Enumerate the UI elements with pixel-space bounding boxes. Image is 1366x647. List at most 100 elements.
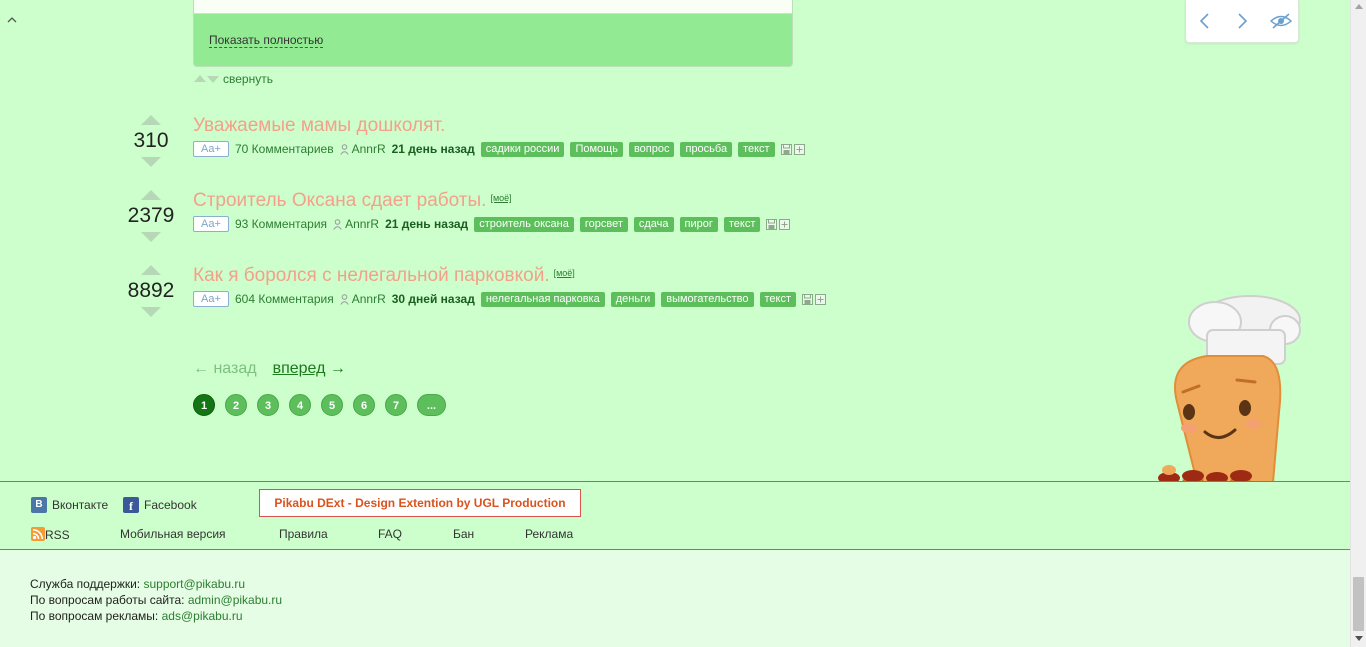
story-title-text[interactable]: Как я боролся с нелегальной парковкой. [193, 265, 550, 286]
faq-link[interactable]: FAQ [378, 527, 402, 541]
tag[interactable]: текст [738, 141, 775, 157]
page: Показать полностью свернуть 310 Уважаемы… [0, 0, 1350, 647]
tag[interactable]: строитель оксана [474, 216, 574, 232]
chevron-left-icon[interactable] [1194, 10, 1216, 32]
vote-down-icon[interactable] [141, 157, 161, 167]
vote-down-icon[interactable] [141, 307, 161, 317]
collapse-link[interactable]: свернуть [223, 72, 273, 86]
pager-next-word[interactable]: вперед [273, 360, 326, 377]
page-button[interactable]: 5 [321, 394, 343, 416]
font-size-button[interactable]: Aa+ [193, 141, 229, 157]
rss-link[interactable]: RSS [31, 527, 70, 542]
vote-up-icon[interactable] [141, 265, 161, 275]
chevron-up-icon[interactable] [6, 14, 18, 26]
scroll-down-icon[interactable] [1355, 636, 1363, 641]
page-button[interactable]: 6 [353, 394, 375, 416]
contact-email[interactable]: support@pikabu.ru [143, 577, 245, 591]
story-score: 310 [133, 129, 169, 152]
author-link[interactable]: AnnrR [333, 217, 379, 231]
dext-banner[interactable]: Pikabu DExt - Design Extention by UGL Pr… [259, 489, 581, 517]
save-icon[interactable] [766, 218, 778, 230]
chevron-right-icon[interactable] [1231, 10, 1253, 32]
ban-link[interactable]: Бан [453, 527, 474, 541]
pager-next-link[interactable]: вперед → [273, 360, 346, 378]
tag[interactable]: горсвет [579, 216, 628, 232]
contact-email[interactable]: ads@pikabu.ru [162, 609, 243, 623]
plus-icon[interactable] [815, 293, 827, 305]
tag[interactable]: садики россии [480, 141, 565, 157]
story-title[interactable]: Строитель Оксана сдает работы. [моё] [193, 190, 512, 212]
pager-prev-link[interactable]: ← назад [193, 360, 257, 378]
tag[interactable]: сдача [633, 216, 674, 232]
page-button[interactable]: 7 [385, 394, 407, 416]
tag[interactable]: текст [759, 291, 797, 307]
vk-label[interactable]: Вконтакте [52, 498, 108, 512]
tag[interactable]: просьба [680, 141, 733, 157]
my-post-link[interactable]: [моё] [490, 193, 511, 203]
comments-link[interactable]: 604 Комментария [235, 292, 334, 306]
facebook-link[interactable]: f Facebook [123, 497, 197, 513]
vote-up-icon[interactable] [141, 115, 161, 125]
pager-nav: ← назад вперед → [193, 360, 346, 378]
contacts-block: Служба поддержки: support@pikabu.ru По в… [30, 576, 282, 624]
mini-vote-icon [194, 75, 219, 83]
page-button[interactable]: 3 [257, 394, 279, 416]
font-size-button[interactable]: Aa+ [193, 216, 229, 232]
eye-slash-icon[interactable] [1269, 10, 1293, 32]
comments-link[interactable]: 93 Комментария [235, 217, 327, 231]
tag[interactable]: текст [723, 216, 761, 232]
page-button-current[interactable]: 1 [193, 394, 215, 416]
show-full-link[interactable]: Показать полностью [209, 33, 324, 48]
font-size-button[interactable]: Aa+ [193, 291, 229, 307]
mobile-version-link[interactable]: Мобильная версия [120, 527, 226, 541]
contact-label: По вопросам работы сайта: [30, 593, 188, 607]
tag[interactable]: нелегальная парковка [480, 291, 605, 307]
contact-line: По вопросам работы сайта: admin@pikabu.r… [30, 592, 282, 608]
story-time: 21 день назад [391, 142, 475, 156]
story-nav-widget [1185, 0, 1299, 43]
my-post-link[interactable]: [моё] [554, 268, 575, 278]
user-icon [340, 293, 349, 305]
vote-down-icon[interactable] [141, 232, 161, 242]
comments-link[interactable]: 70 Комментариев [235, 142, 334, 156]
facebook-label[interactable]: Facebook [144, 498, 197, 512]
story-title[interactable]: Уважаемые мамы дошколят. [193, 115, 445, 137]
page-button[interactable]: 4 [289, 394, 311, 416]
author-name[interactable]: AnnrR [352, 292, 386, 306]
tag[interactable]: Помощь [570, 141, 623, 157]
story-title-text[interactable]: Уважаемые мамы дошколят. [193, 115, 445, 136]
story-score: 8892 [127, 279, 175, 302]
tag[interactable]: вопрос [628, 141, 675, 157]
tag[interactable]: вымогательство [661, 291, 754, 307]
page-button-more[interactable]: ... [417, 394, 446, 416]
story-meta: Aa+ 70 Комментариев AnnrR 21 день назад … [193, 141, 805, 157]
previous-post-content [194, 0, 792, 14]
vote-up-icon[interactable] [141, 190, 161, 200]
story-title-text[interactable]: Строитель Оксана сдает работы. [193, 190, 486, 211]
save-icon[interactable] [780, 143, 792, 155]
story-item: 2379 Строитель Оксана сдает работы. [моё]… [0, 190, 900, 260]
contact-email[interactable]: admin@pikabu.ru [188, 593, 282, 607]
scrollbar-thumb[interactable] [1353, 577, 1364, 631]
vk-icon: B [31, 497, 47, 513]
save-icon[interactable] [802, 293, 814, 305]
scroll-up-icon[interactable] [1355, 4, 1363, 9]
rules-link[interactable]: Правила [279, 527, 328, 541]
collapse-post-row[interactable]: свернуть [194, 72, 273, 86]
author-name[interactable]: AnnrR [352, 142, 386, 156]
ads-link[interactable]: Реклама [525, 527, 573, 541]
rss-label[interactable]: RSS [45, 528, 70, 542]
author-name[interactable]: AnnrR [345, 217, 379, 231]
tag[interactable]: пирог [679, 216, 718, 232]
author-link[interactable]: AnnrR [339, 142, 386, 156]
vk-link[interactable]: B Вконтакте [31, 497, 108, 513]
plus-icon[interactable] [793, 143, 805, 155]
story-item: 8892 Как я боролся с нелегальной парковк… [0, 265, 900, 335]
author-link[interactable]: AnnrR [340, 292, 386, 306]
tag[interactable]: деньги [610, 291, 656, 307]
story-score: 2379 [127, 204, 175, 227]
plus-icon[interactable] [779, 218, 791, 230]
story-title[interactable]: Как я боролся с нелегальной парковкой. [м… [193, 265, 575, 287]
vertical-scrollbar[interactable] [1350, 0, 1366, 647]
page-button[interactable]: 2 [225, 394, 247, 416]
